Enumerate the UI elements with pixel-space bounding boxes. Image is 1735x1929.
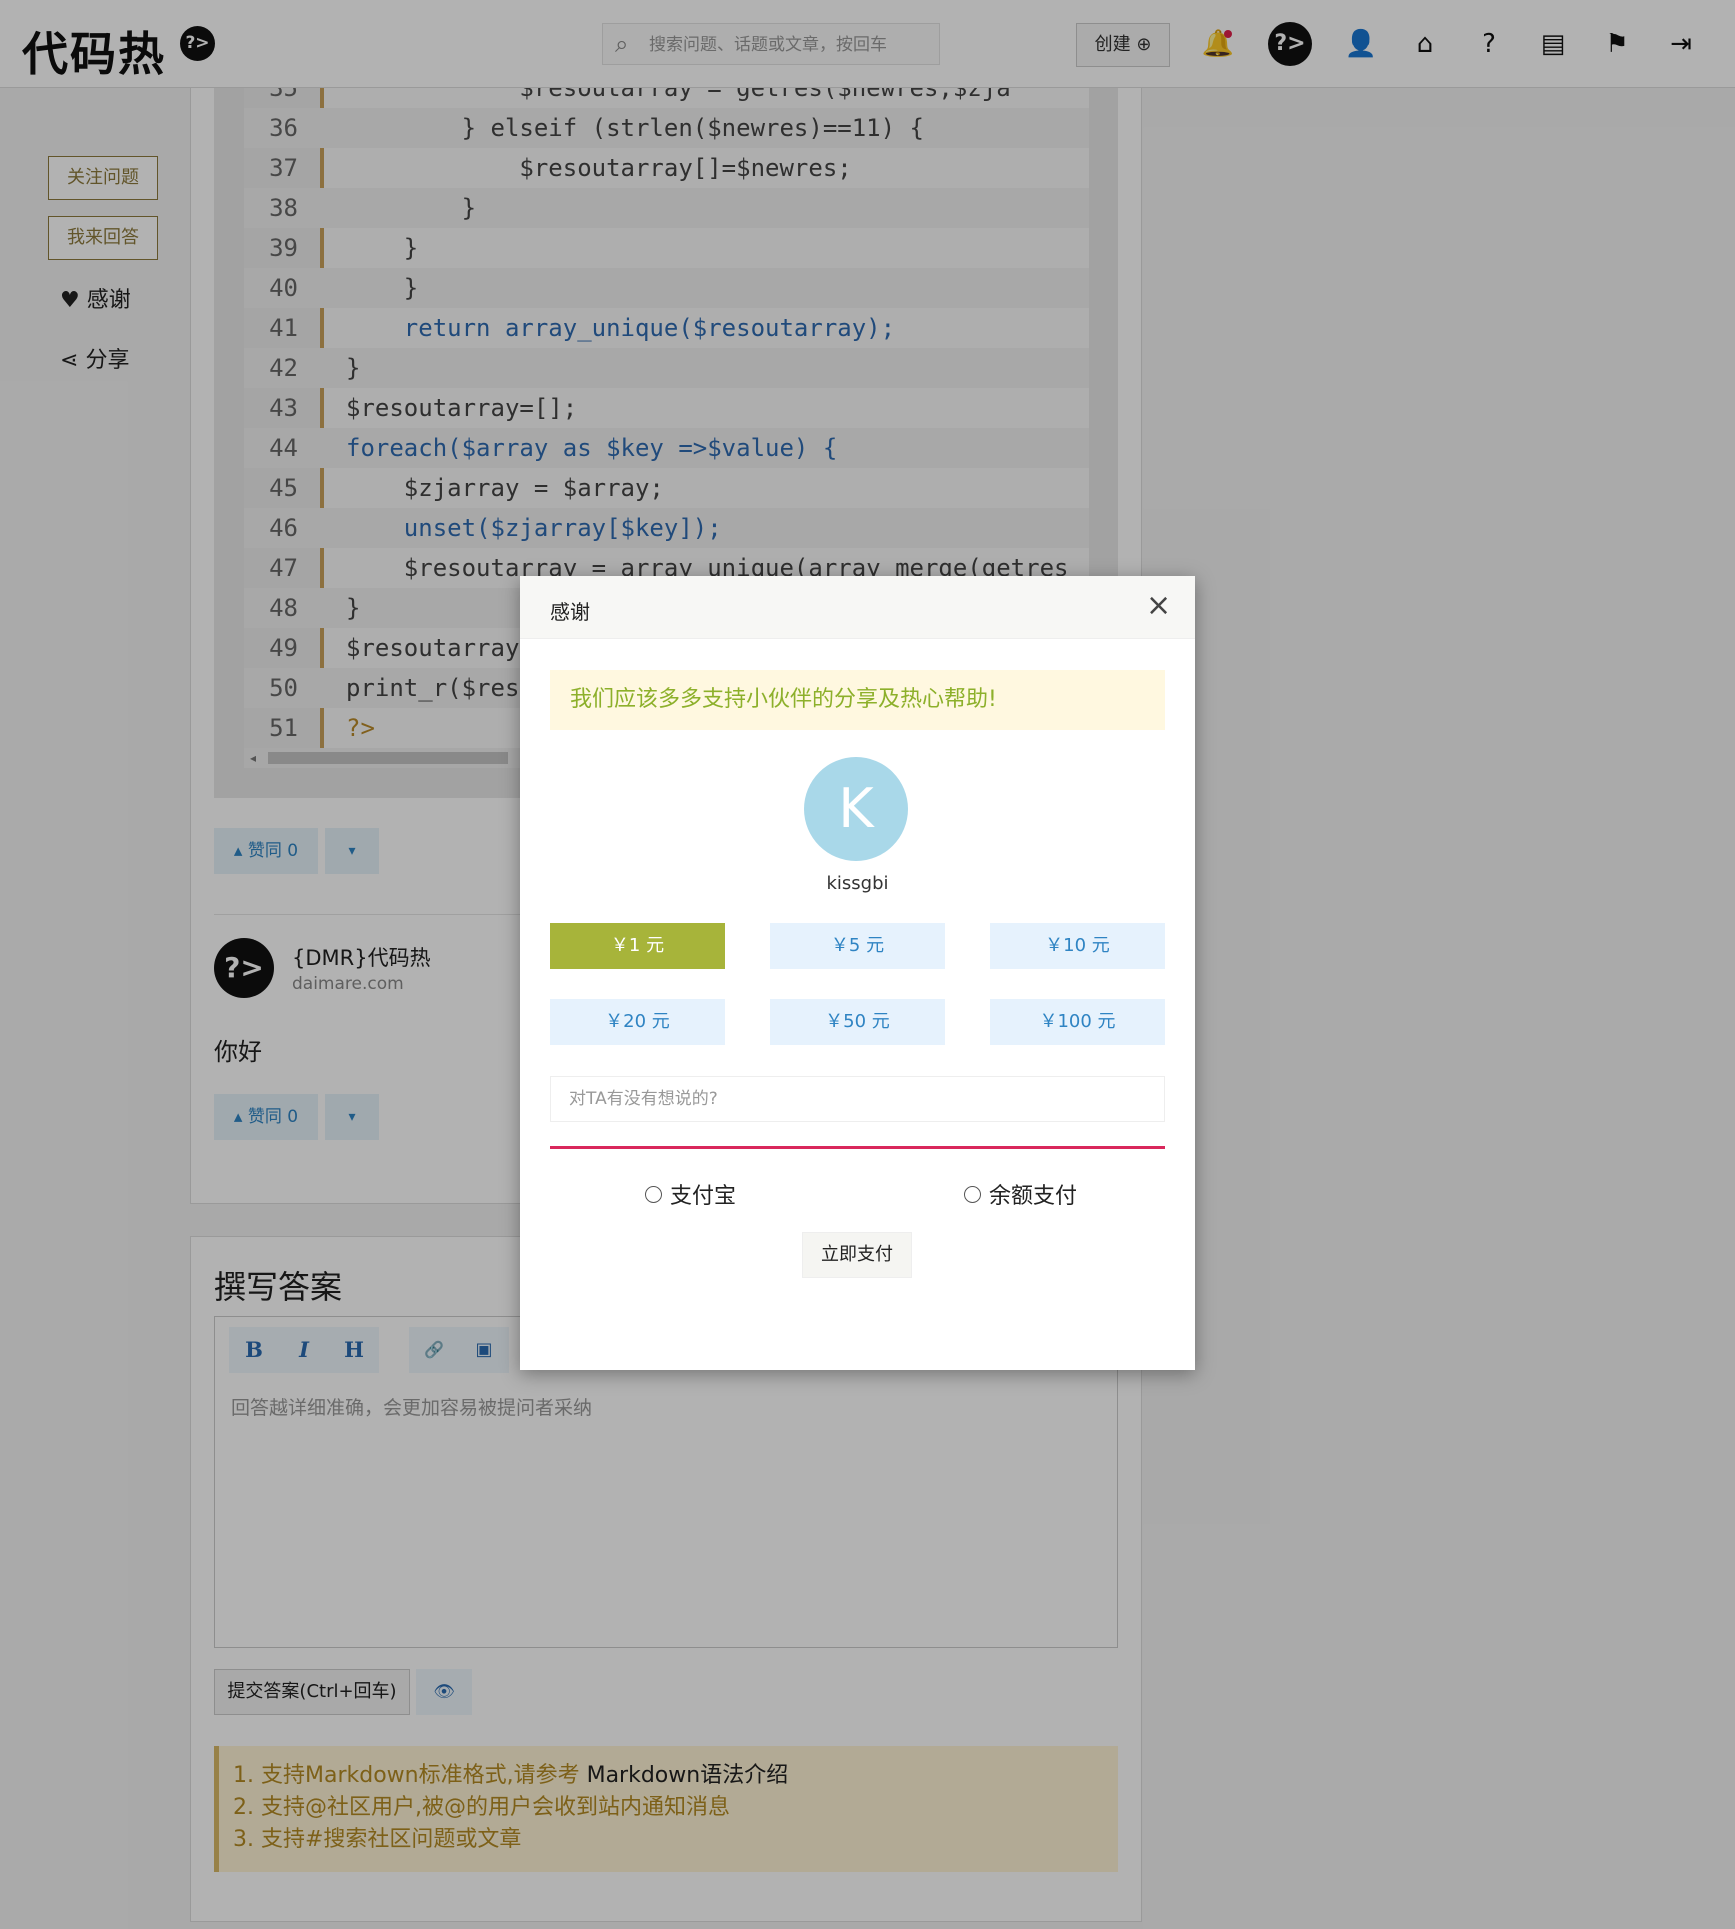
amount-option-20[interactable]: ￥20 元 [550, 999, 725, 1045]
modal-header: 感谢 × [520, 576, 1195, 639]
pay-now-button[interactable]: 立即支付 [802, 1232, 912, 1278]
alipay-radio[interactable] [645, 1185, 662, 1203]
balance-radio[interactable] [964, 1185, 981, 1203]
recipient-avatar: K [804, 757, 908, 861]
support-notice: 我们应该多多支持小伙伴的分享及热心帮助! [550, 670, 1165, 730]
thanks-modal: 感谢 × 我们应该多多支持小伙伴的分享及热心帮助! K kissgbi ￥1 元… [520, 576, 1195, 1370]
recipient-username: kissgbi [826, 873, 889, 894]
close-icon[interactable]: × [1146, 588, 1171, 624]
payment-divider [550, 1146, 1165, 1149]
pay-option-balance[interactable]: 余额支付 [964, 1178, 1077, 1210]
amount-option-1[interactable]: ￥1 元 [550, 923, 725, 969]
modal-title: 感谢 [550, 600, 590, 624]
alipay-label: 支付宝 [670, 1184, 737, 1209]
balance-label: 余额支付 [989, 1184, 1078, 1209]
amount-option-50[interactable]: ￥50 元 [770, 999, 945, 1045]
pay-option-alipay[interactable]: 支付宝 [645, 1178, 736, 1210]
thanks-message-input[interactable] [550, 1076, 1165, 1122]
amount-option-5[interactable]: ￥5 元 [770, 923, 945, 969]
amount-option-10[interactable]: ￥10 元 [990, 923, 1165, 969]
amount-option-100[interactable]: ￥100 元 [990, 999, 1165, 1045]
